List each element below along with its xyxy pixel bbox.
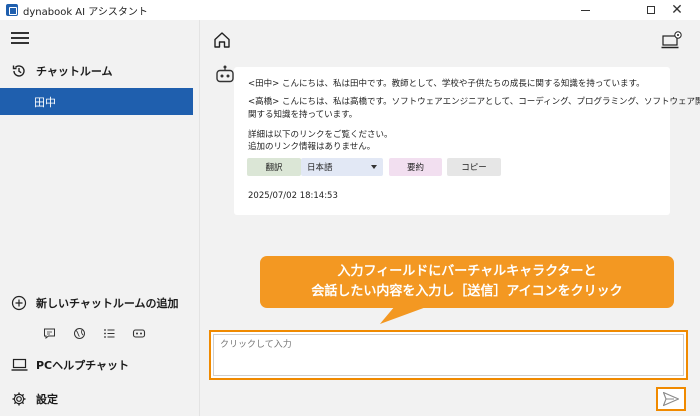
message-line: 追加のリンク情報はありません。	[248, 142, 376, 152]
message-line: <高橋> こんにちは、私は高橋です。ソフトウェアエンジニアとして、コーディング、…	[248, 97, 700, 107]
quick-icons-row	[40, 326, 160, 342]
assistant-message-card: <田中> こんにちは、私は田中です。教師として、学校や子供たちの成長に関する知識…	[234, 67, 700, 215]
instruction-callout: 入力フィールドにバーチャルキャラクターと 会話したい内容を入力し［送信］アイコン…	[260, 256, 674, 308]
language-value: 日本語	[307, 163, 333, 173]
pc-help-label: PCヘルプチャット	[36, 359, 130, 372]
laptop-icon	[10, 356, 28, 374]
message-line: 関する知識を持っています。	[248, 110, 358, 120]
pc-settings-icon[interactable]	[661, 30, 683, 50]
language-select[interactable]: 日本語	[301, 158, 383, 176]
sidebar: チャットルーム 田中 新しいチャットルームの追加 PCヘルプチャット 設定	[0, 20, 200, 416]
message-timestamp: 2025/07/02 18:14:53	[248, 191, 338, 201]
callout-tail	[379, 306, 429, 324]
chat-area: <田中> こんにちは、私は田中です。教師として、学校や子供たちの成長に関する知識…	[200, 20, 700, 416]
home-icon[interactable]	[212, 30, 232, 50]
chevron-down-icon	[371, 165, 377, 169]
send-icon	[662, 391, 680, 407]
close-button[interactable]: ✕	[654, 0, 700, 20]
bot-avatar-icon	[214, 64, 236, 86]
chat-bubble-icon[interactable]	[42, 326, 56, 340]
minimize-button[interactable]	[562, 0, 608, 20]
add-chatroom-label: 新しいチャットルームの追加	[36, 297, 179, 310]
app-logo-icon	[6, 4, 18, 16]
close-icon: ✕	[671, 2, 683, 18]
summary-button[interactable]: 要約	[389, 158, 442, 176]
settings-label: 設定	[36, 393, 58, 406]
send-button[interactable]	[656, 387, 686, 411]
chatroom-history-header[interactable]: チャットルーム	[0, 58, 200, 84]
globe-icon[interactable]	[72, 326, 86, 340]
history-icon	[10, 62, 28, 80]
minimize-icon	[580, 9, 590, 11]
window-title: dynabook AI アシスタント	[23, 7, 148, 18]
callout-line-1: 入力フィールドにバーチャルキャラクターと	[337, 264, 597, 279]
title-bar: dynabook AI アシスタント ✕	[0, 0, 700, 20]
list-icon[interactable]	[102, 326, 116, 340]
gear-icon	[10, 390, 28, 408]
message-line: <田中> こんにちは、私は田中です。教師として、学校や子供たちの成長に関する知識…	[248, 79, 645, 89]
add-chatroom-button[interactable]: 新しいチャットルームの追加	[0, 290, 200, 316]
translate-button[interactable]: 翻訳	[247, 158, 301, 176]
message-input[interactable]	[213, 334, 684, 376]
room-label: 田中	[34, 95, 56, 109]
settings-button[interactable]: 設定	[0, 386, 200, 412]
sidebar-item-room[interactable]: 田中	[0, 88, 193, 115]
pc-help-chat-button[interactable]: PCヘルプチャット	[0, 352, 200, 378]
callout-line-2: 会話したい内容を入力し［送信］アイコンをクリック	[311, 284, 623, 299]
input-highlight	[209, 330, 688, 380]
copy-button[interactable]: コピー	[447, 158, 501, 176]
hamburger-menu-icon[interactable]	[11, 32, 29, 44]
robot-icon[interactable]	[132, 326, 146, 340]
plus-circle-icon	[10, 294, 28, 312]
chatroom-label: チャットルーム	[36, 65, 113, 78]
